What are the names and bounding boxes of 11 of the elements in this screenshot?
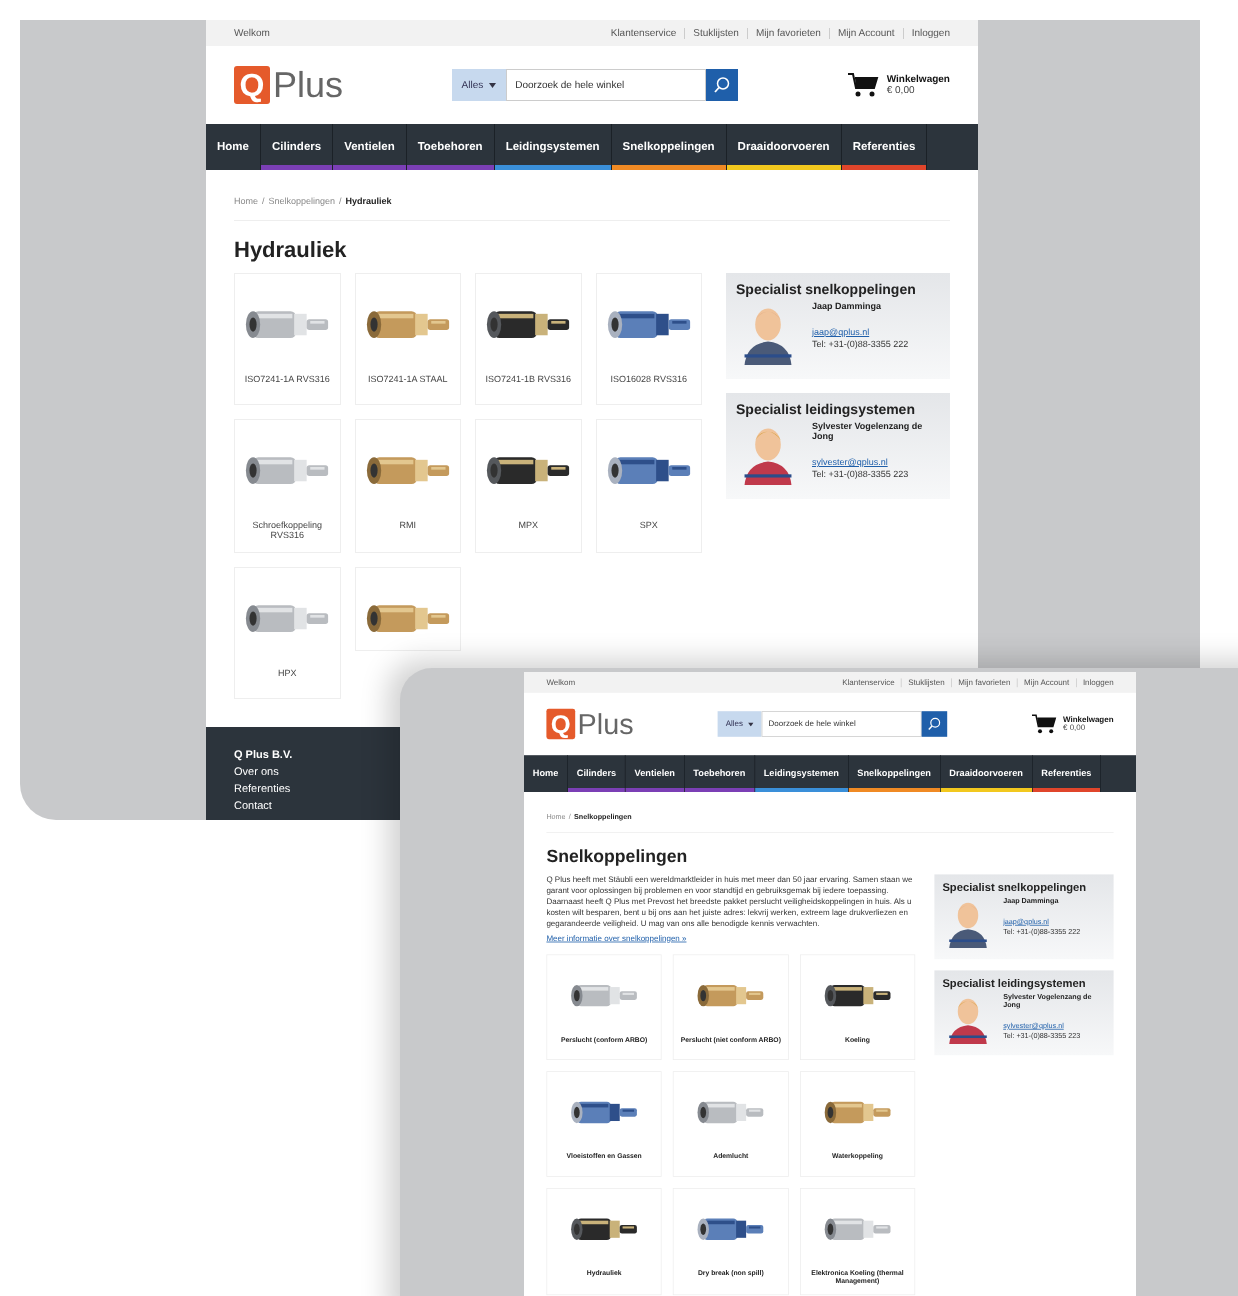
search-button[interactable] [706, 69, 739, 101]
caret-icon [489, 82, 497, 88]
page-heading: Snelkoppelingen [544, 843, 690, 870]
cart-icon[interactable] [1030, 712, 1057, 736]
logo[interactable]: Q Plus [234, 64, 344, 106]
cart-icon[interactable] [846, 71, 879, 99]
page-heading: Hydrauliek [232, 235, 349, 266]
search-button[interactable] [921, 711, 947, 737]
logo[interactable]: Q Plus [546, 707, 634, 741]
search-icon [713, 76, 732, 94]
product-card[interactable] [354, 567, 461, 651]
